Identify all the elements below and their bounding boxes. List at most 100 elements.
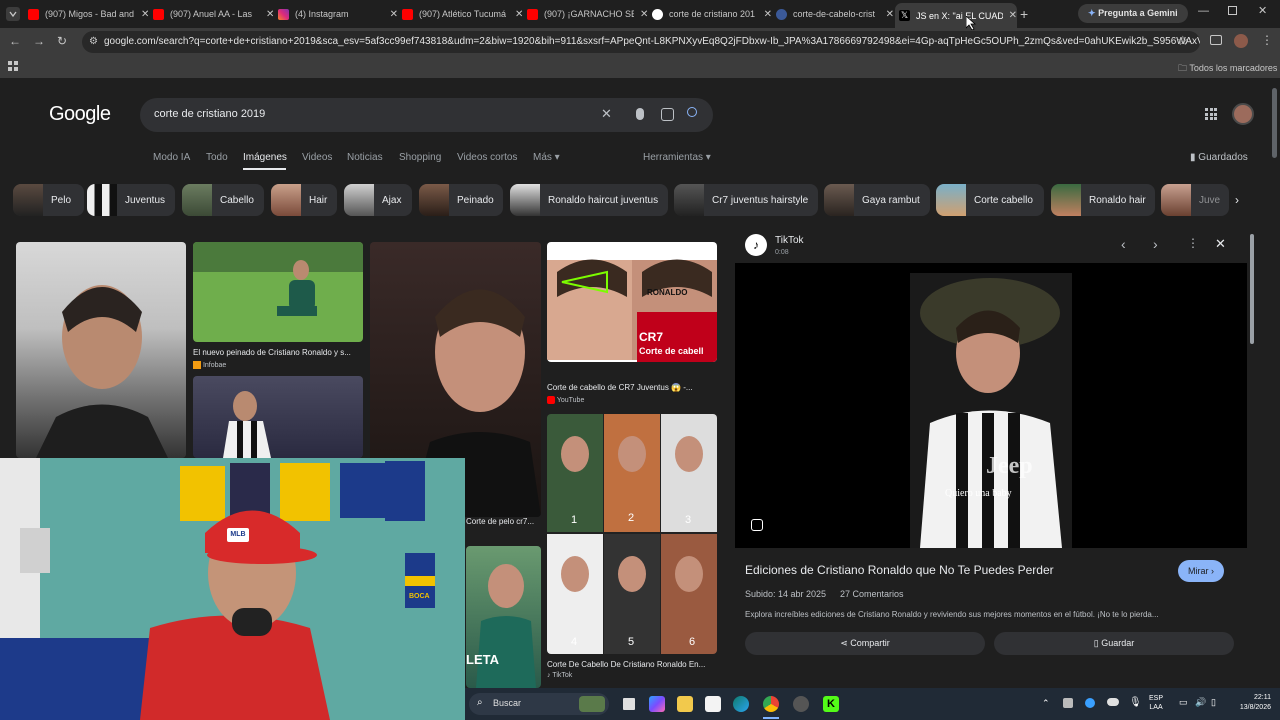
onedrive-icon[interactable] [1107, 698, 1119, 706]
result-source-2[interactable]: YouTube [547, 396, 584, 404]
result-caption-2[interactable]: Corte de cabello de CR7 Juventus 😱 -... [547, 383, 717, 392]
all-bookmarks-folder[interactable]: 🗀 Todos los marcadores [1178, 61, 1277, 77]
close-icon[interactable]: ✕ [640, 9, 648, 20]
preview-media[interactable]: Jeep Quiero una baby [735, 263, 1247, 548]
clear-search-icon[interactable]: ✕ [601, 106, 612, 122]
chip-pelo[interactable]: Pelo [13, 184, 84, 216]
chip-gaya-rambut[interactable]: Gaya rambut [824, 184, 930, 216]
menu-icon[interactable]: ⋮ [1261, 33, 1273, 47]
tab-search-button[interactable] [6, 7, 20, 21]
chip-ronaldo-haircut-juventus[interactable]: Ronaldo haircut juventus [510, 184, 668, 216]
search-input[interactable]: corte de cristiano 2019 [154, 108, 265, 120]
close-icon[interactable]: ✕ [764, 9, 772, 20]
site-info-icon[interactable]: ⚙ [89, 31, 98, 53]
chrome-icon[interactable] [763, 696, 779, 712]
result-source-1[interactable]: Infobae [193, 361, 226, 369]
maximize-button[interactable] [1228, 6, 1237, 15]
microsoft-store-icon[interactable] [705, 696, 721, 712]
filter-modo-ia[interactable]: Modo IA [153, 152, 190, 163]
tab-anuel[interactable]: (907) Anuel AA - Las ✕ [153, 3, 275, 25]
close-icon[interactable]: ✕ [390, 9, 398, 20]
lens-search-icon[interactable] [751, 519, 763, 531]
watch-button[interactable]: Mirar › [1178, 560, 1224, 582]
filter-imagenes[interactable]: Imágenes [243, 152, 287, 163]
tab-corte-cabelo[interactable]: corte-de-cabelo-crist ✕ [776, 3, 894, 25]
chip-cabello[interactable]: Cabello [182, 184, 264, 216]
microphone-icon[interactable]: 🎙 [1129, 697, 1142, 708]
page-scrollbar[interactable] [1272, 88, 1277, 158]
preview-title[interactable]: Ediciones de Cristiano Ronaldo que No Te… [745, 563, 1054, 577]
chevron-right-icon[interactable]: › [1235, 193, 1239, 207]
result-image-5[interactable]: RONALDO CR7 Corte de cabell [547, 242, 717, 362]
account-avatar[interactable] [1232, 103, 1254, 125]
microphone-icon[interactable] [636, 108, 644, 120]
address-bar[interactable]: ⚙ google.com/search?q=corte+de+cristiano… [82, 31, 1200, 53]
result-caption-1[interactable]: El nuevo peinado de Cristiano Ronaldo y … [193, 348, 365, 357]
close-icon[interactable]: ✕ [141, 9, 149, 20]
tab-x-post[interactable]: 𝕏 JS en X: "ai EL CUAD ✕ [895, 3, 1017, 28]
result-caption-4[interactable]: Corte De Cabello De Cristiano Ronaldo En… [547, 660, 717, 669]
chip-juventus[interactable]: Juventus [87, 184, 175, 216]
close-window-button[interactable]: ✕ [1258, 4, 1267, 17]
tray-app-icon[interactable] [1085, 698, 1095, 708]
close-icon[interactable]: ✕ [886, 9, 894, 20]
tab-google-search[interactable]: corte de cristiano 201 ✕ [650, 3, 772, 25]
preview-scrollbar[interactable] [1250, 234, 1254, 344]
tab-garnacho[interactable]: (907) ¡GARNACHO SE ✕ [527, 3, 649, 25]
copilot-icon[interactable] [649, 696, 665, 712]
reload-button[interactable]: ↻ [57, 34, 67, 48]
tab-instagram[interactable]: (4) Instagram ✕ [278, 3, 398, 25]
result-image-6[interactable]: 1 2 3 4 5 6 [547, 414, 717, 654]
saved-button[interactable]: ▮ Guardados [1190, 152, 1248, 163]
filter-videos[interactable]: Videos [302, 152, 332, 163]
search-box[interactable]: corte de cristiano 2019 ✕ [140, 98, 713, 132]
search-icon[interactable] [687, 107, 697, 117]
close-icon[interactable]: ✕ [266, 9, 274, 20]
filter-shopping[interactable]: Shopping [399, 152, 441, 163]
battery-icon[interactable]: ▯ [1211, 697, 1216, 708]
result-image-2[interactable] [193, 242, 363, 342]
chip-ajax[interactable]: Ajax [344, 184, 412, 216]
filter-todo[interactable]: Todo [206, 152, 228, 163]
apps-icon[interactable] [8, 61, 18, 71]
show-hidden-icons[interactable]: ⌃ [1042, 698, 1050, 709]
obs-icon[interactable] [793, 696, 809, 712]
tab-search-icon[interactable] [1210, 35, 1222, 45]
result-caption-3[interactable]: Corte de pelo cr7... [466, 517, 541, 526]
clock[interactable]: 22:11 13/8/2026 [1231, 693, 1271, 713]
chip-hair[interactable]: Hair [271, 184, 337, 216]
kick-icon[interactable]: K [823, 696, 839, 712]
profile-avatar[interactable] [1234, 34, 1248, 48]
chip-ronaldo-hair[interactable]: Ronaldo hair [1051, 184, 1155, 216]
close-icon[interactable]: ✕ [1009, 10, 1017, 21]
tab-migos[interactable]: (907) Migos - Bad and ✕ [28, 3, 150, 25]
result-image-7[interactable]: LETA [466, 546, 541, 688]
task-view-icon[interactable] [621, 696, 637, 712]
network-icon[interactable]: ▭ [1179, 697, 1188, 708]
new-tab-button[interactable]: + [1020, 6, 1028, 22]
filter-mas[interactable]: Más ▾ [533, 152, 560, 163]
chip-corte-cabello[interactable]: Corte cabello [936, 184, 1044, 216]
preview-source[interactable]: TikTok [775, 235, 804, 246]
volume-icon[interactable]: 🔊 [1195, 697, 1206, 708]
tab-atletico[interactable]: (907) Atlético Tucumá ✕ [402, 3, 524, 25]
result-image-1[interactable] [16, 242, 186, 458]
taskbar-search[interactable]: ⌕ Buscar [469, 693, 609, 715]
chip-juve[interactable]: Juve [1161, 184, 1229, 216]
language-indicator[interactable]: ESP LAA [1149, 694, 1163, 712]
minimize-button[interactable]: — [1198, 5, 1209, 17]
edge-icon[interactable] [733, 696, 749, 712]
next-icon[interactable]: › [1153, 236, 1158, 252]
lens-icon[interactable] [661, 108, 674, 121]
file-explorer-icon[interactable] [677, 696, 693, 712]
tools-button[interactable]: Herramientas ▾ [643, 152, 711, 163]
back-button[interactable]: ← [9, 34, 21, 48]
close-icon[interactable]: ✕ [1215, 236, 1226, 252]
result-source-4[interactable]: ♪ TikTok [547, 672, 572, 679]
gemini-button[interactable]: ✦ Pregunta a Gemini [1078, 4, 1188, 23]
filter-videos-cortos[interactable]: Videos cortos [457, 152, 517, 163]
star-icon[interactable]: ☆ [1177, 33, 1189, 49]
result-image-3[interactable] [193, 376, 363, 458]
tray-app-icon[interactable] [1063, 698, 1073, 708]
chip-peinado[interactable]: Peinado [419, 184, 503, 216]
